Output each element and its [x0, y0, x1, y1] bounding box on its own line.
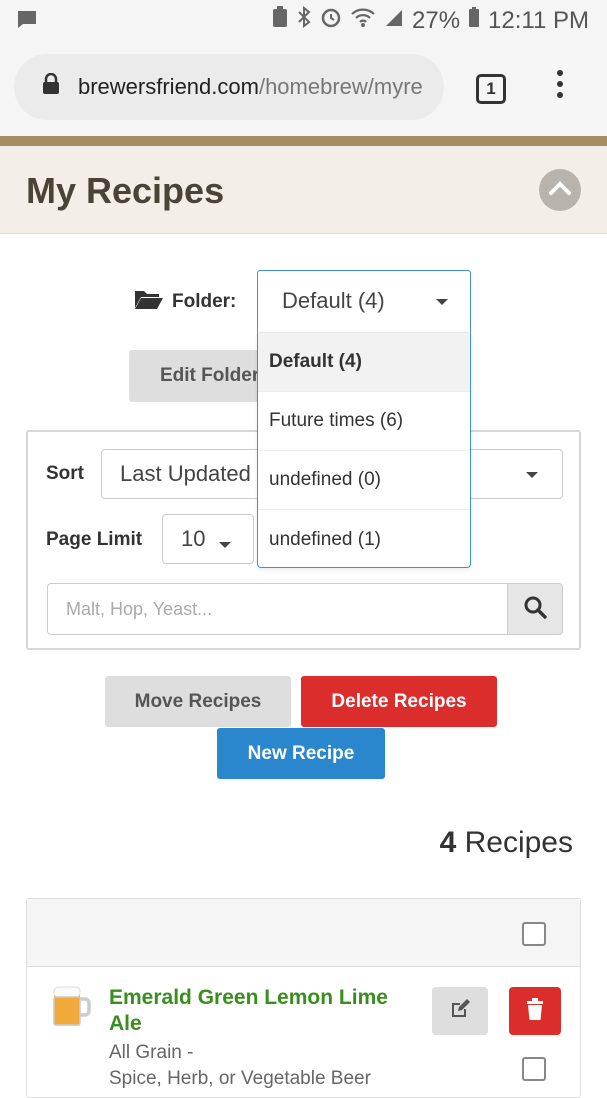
alarm-icon — [320, 6, 342, 35]
delete-recipe-button[interactable] — [509, 987, 561, 1035]
search-icon — [523, 595, 547, 624]
table-header — [27, 899, 580, 967]
search-button[interactable] — [507, 583, 563, 635]
delete-recipes-label: Delete Recipes — [331, 690, 467, 712]
recipe-type: All Grain - — [109, 1042, 194, 1063]
recipe-checkbox[interactable] — [522, 1057, 546, 1081]
page-limit-value: 10 — [181, 526, 206, 551]
signal-icon — [384, 6, 404, 35]
folder-selected-value: Default (4) — [282, 288, 385, 313]
recipe-count-number: 4 — [439, 826, 457, 859]
url-path: /homebrew/myre — [258, 74, 423, 99]
bluetooth-icon — [296, 5, 312, 35]
folder-open-icon — [134, 288, 164, 316]
recipe-name-link[interactable]: Emerald Green Lemon Lime Ale — [109, 985, 419, 1037]
status-icons: 27% 12:11 PM — [272, 5, 589, 35]
browser-menu-icon[interactable] — [552, 70, 568, 106]
folder-option[interactable]: undefined (1) — [258, 510, 470, 569]
trash-icon — [525, 997, 545, 1025]
battery-percent: 27% — [412, 6, 461, 34]
status-bar: 27% 12:11 PM — [0, 0, 607, 40]
sort-value: Last Updated — [120, 461, 251, 486]
edit-icon — [449, 998, 471, 1025]
browser-toolbar: brewersfriend.com/homebrew/myre 1 — [0, 40, 607, 136]
folder-label: Folder: — [134, 288, 236, 316]
recipe-style: Spice, Herb, or Vegetable Beer — [109, 1068, 371, 1089]
search-input[interactable]: Malt, Hop, Yeast... — [47, 583, 507, 635]
caret-down-icon — [526, 472, 538, 478]
folder-option[interactable]: Default (4) — [258, 333, 470, 392]
folder-label-text: Folder: — [172, 291, 237, 312]
lock-icon — [42, 72, 60, 101]
battery-icon — [468, 6, 480, 35]
edit-recipe-button[interactable] — [432, 987, 488, 1035]
search-placeholder: Malt, Hop, Yeast... — [66, 598, 213, 619]
wifi-icon — [350, 6, 376, 35]
folder-option[interactable]: Future times (6) — [258, 392, 470, 451]
new-recipe-button[interactable]: New Recipe — [217, 728, 385, 779]
clock-time: 12:11 PM — [488, 6, 589, 34]
edit-folder-label: Edit Folder — [160, 365, 259, 386]
tab-switcher-button[interactable]: 1 — [476, 74, 506, 104]
page-title: My Recipes — [26, 170, 225, 211]
url-domain: brewersfriend.com — [78, 74, 259, 99]
chevron-up-icon — [549, 180, 571, 200]
folder-option[interactable]: undefined (0) — [258, 451, 470, 510]
select-all-checkbox[interactable] — [522, 922, 546, 946]
recipe-count-label: Recipes — [464, 826, 573, 859]
page-limit-label: Page Limit — [46, 529, 143, 550]
page-limit-select[interactable]: 10 — [162, 514, 254, 564]
page-header: My Recipes — [0, 146, 607, 234]
url-bar[interactable]: brewersfriend.com/homebrew/myre — [14, 54, 444, 120]
new-recipe-label: New Recipe — [247, 742, 355, 764]
sort-label: Sort — [46, 463, 84, 484]
delete-recipes-button[interactable]: Delete Recipes — [301, 676, 497, 727]
caret-down-icon — [436, 299, 448, 305]
folder-dropdown: Default (4) Future times (6) undefined (… — [257, 332, 471, 568]
caret-down-icon — [219, 542, 231, 548]
brand-stripe — [0, 136, 607, 146]
collapse-button[interactable] — [539, 169, 581, 211]
message-icon — [16, 10, 38, 35]
folder-select[interactable]: Default (4) — [257, 270, 471, 332]
recycle-icon — [272, 6, 288, 35]
recipe-table: Emerald Green Lemon Lime Ale All Grain -… — [26, 898, 581, 1098]
move-recipes-label: Move Recipes — [134, 690, 262, 712]
move-recipes-button[interactable]: Move Recipes — [105, 676, 291, 727]
edit-folder-button[interactable]: Edit Folder — [129, 350, 259, 402]
recipe-count: 4 Recipes — [440, 826, 573, 860]
beer-mug-icon — [51, 983, 91, 1032]
